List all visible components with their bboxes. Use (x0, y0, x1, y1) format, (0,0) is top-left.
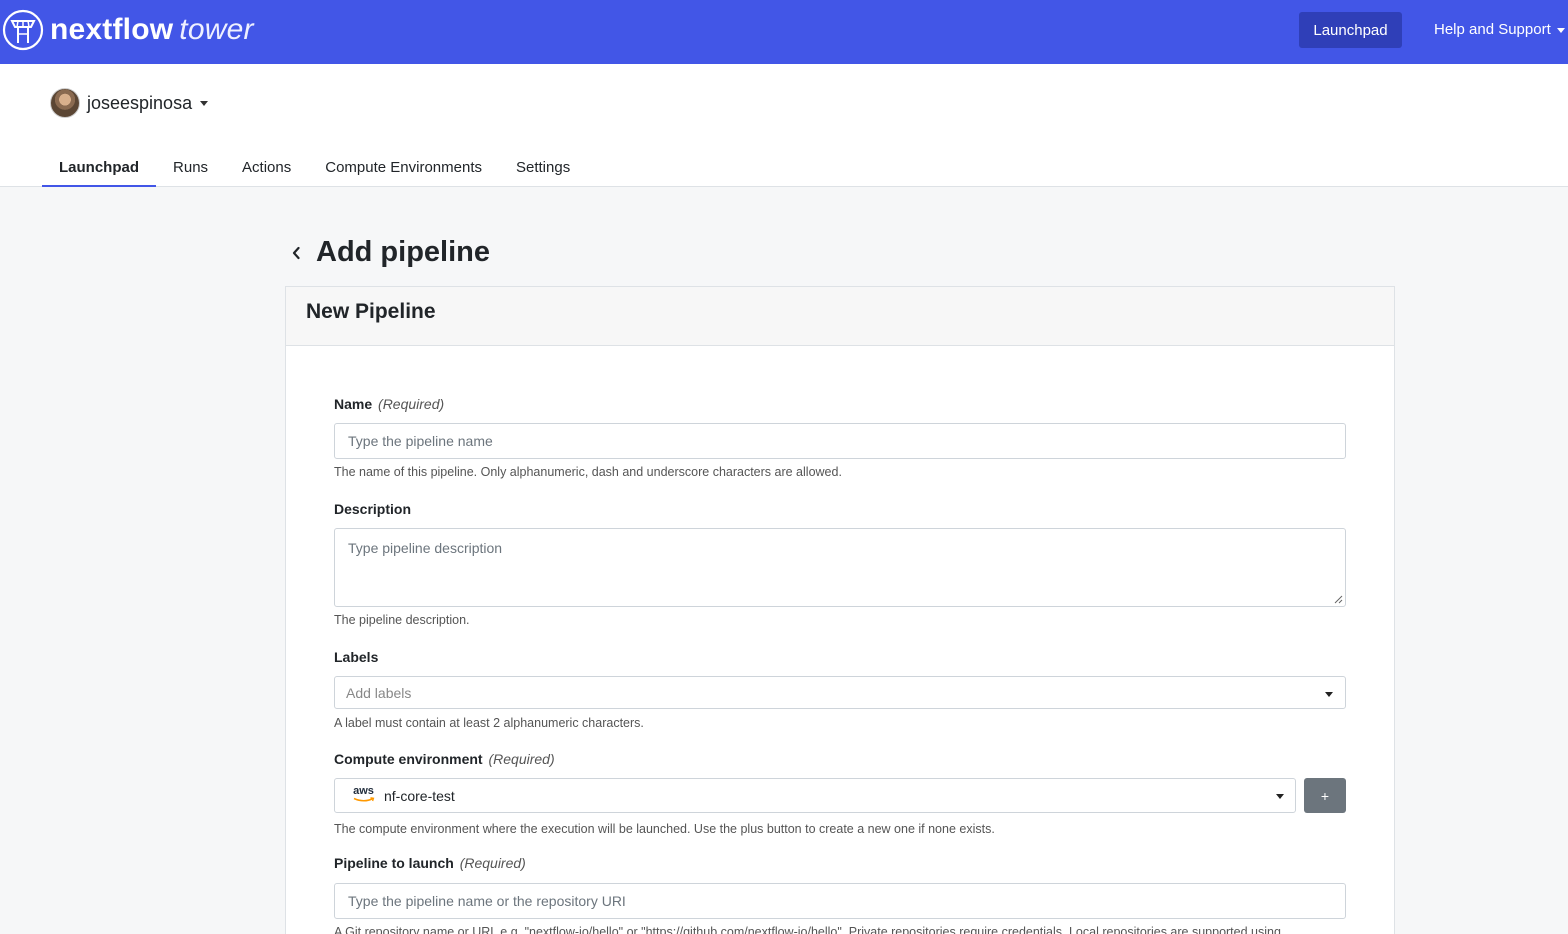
chevron-down-icon (1556, 27, 1565, 33)
caret-down-icon (1276, 794, 1284, 799)
workspace-header: joseespinosa Launchpad Runs Actions Comp… (0, 64, 1568, 187)
tab-settings[interactable]: Settings (499, 150, 587, 187)
compute-env-help-text: The compute environment where the execut… (334, 822, 995, 836)
compute-env-value: nf-core-test (384, 787, 455, 804)
labels-select[interactable]: Add labels (334, 676, 1346, 709)
card-title: New Pipeline (306, 300, 436, 323)
chevron-down-icon (200, 100, 209, 106)
compute-env-select[interactable]: aws nf-core-test (334, 778, 1296, 813)
top-navbar: nextflow tower Launchpad Help and Support (0, 0, 1568, 64)
compute-env-field-group: Compute environment (Required) aws nf-co… (334, 751, 1346, 836)
pipeline-repository-input[interactable]: Type the pipeline name or the repository… (334, 883, 1346, 919)
description-label: Description (334, 501, 412, 517)
labels-label: Labels (334, 649, 379, 665)
tab-actions[interactable]: Actions (225, 150, 308, 187)
pipeline-launch-label: Pipeline to launch (Required) (334, 855, 526, 871)
control-tower-icon (2, 9, 44, 51)
launchpad-nav-button[interactable]: Launchpad (1299, 12, 1402, 48)
page-title: Add pipeline (316, 236, 490, 268)
labels-placeholder: Add labels (346, 684, 412, 701)
card-header: New Pipeline (286, 287, 1394, 346)
username: joseespinosa (87, 92, 193, 113)
new-pipeline-card: New Pipeline Name (Required) Type the pi… (285, 286, 1395, 934)
resize-handle-icon[interactable] (1334, 595, 1343, 604)
logo-wordmark: nextflow tower (50, 13, 254, 46)
tab-launchpad[interactable]: Launchpad (42, 150, 157, 187)
page-title-row: Add pipeline (286, 236, 490, 269)
nextflow-tower-logo[interactable]: nextflow tower (2, 7, 254, 53)
labels-help-text: A label must contain at least 2 alphanum… (334, 716, 644, 730)
caret-down-icon (1325, 692, 1333, 697)
tab-runs[interactable]: Runs (156, 150, 225, 187)
user-switcher[interactable]: joseespinosa (50, 88, 209, 118)
help-support-menu[interactable]: Help and Support (1434, 21, 1565, 38)
name-label: Name (Required) (334, 396, 445, 412)
description-placeholder: Type pipeline description (348, 540, 503, 556)
pipeline-launch-field-group: Pipeline to launch (Required) Type the p… (334, 855, 1346, 934)
avatar (50, 88, 80, 118)
add-compute-env-button[interactable]: + (1304, 778, 1346, 813)
tab-compute-environments[interactable]: Compute Environments (308, 150, 499, 187)
description-field-group: Description Type pipeline description Th… (334, 501, 1346, 627)
chevron-left-icon[interactable] (286, 243, 306, 263)
name-field-group: Name (Required) Type the pipeline name T… (334, 396, 1346, 479)
pipeline-name-input[interactable]: Type the pipeline name (334, 423, 1346, 459)
help-support-label: Help and Support (1434, 21, 1551, 38)
aws-icon: aws (351, 785, 376, 806)
compute-env-label: Compute environment (Required) (334, 751, 555, 767)
pipeline-description-textarea[interactable]: Type pipeline description (334, 528, 1346, 607)
pipeline-help-text: A Git repository name or URL e.g. "nextf… (334, 925, 1281, 934)
labels-field-group: Labels Add labels A label must contain a… (334, 649, 1346, 730)
workspace-tabs: Launchpad Runs Actions Compute Environme… (42, 150, 587, 187)
description-help-text: The pipeline description. (334, 613, 470, 627)
name-help-text: The name of this pipeline. Only alphanum… (334, 465, 842, 479)
